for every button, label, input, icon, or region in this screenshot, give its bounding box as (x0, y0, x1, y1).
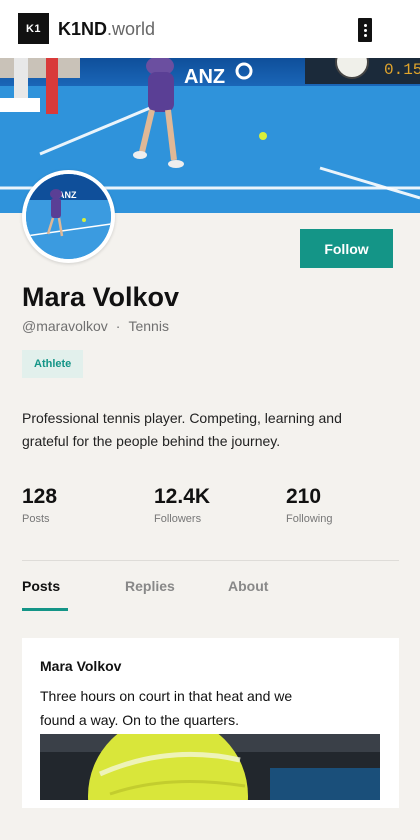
brand-tld: .world (107, 19, 156, 39)
profile-bio: Professional tennis player. Competing, l… (22, 410, 342, 449)
stat-posts[interactable]: 128 Posts (22, 483, 57, 525)
profile-sport: Tennis (128, 318, 169, 334)
stat-label: Following (286, 513, 333, 525)
logo-mark[interactable]: K1 (18, 13, 49, 44)
tab-replies[interactable]: Replies (125, 578, 175, 594)
stat-following[interactable]: 210 Following (286, 483, 332, 525)
athlete-badge: Athlete (22, 350, 84, 378)
profile-meta: @maravolkov · Tennis (22, 318, 169, 334)
active-tab-indicator (22, 608, 68, 611)
stat-value: 128 (22, 485, 58, 508)
brand-name: K1ND (58, 19, 108, 39)
profile-handle: @maravolkov (22, 318, 108, 334)
avatar[interactable]: ANZ (22, 170, 115, 263)
profile-name: Mara Volkov (22, 282, 180, 312)
follow-button[interactable]: Follow (300, 229, 393, 268)
scoreboard-clock: 0.15 (384, 61, 420, 79)
post-image[interactable] (40, 734, 380, 800)
stat-label: Posts (22, 513, 50, 525)
stat-followers[interactable]: 12.4K Followers (154, 483, 210, 525)
stat-value: 12.4K (154, 485, 211, 508)
kebab-menu-icon[interactable] (358, 18, 372, 42)
separator-dot: · (115, 318, 121, 334)
avatar-image: ANZ (26, 174, 111, 259)
stat-value: 210 (286, 485, 322, 508)
logo-wordmark[interactable]: K1ND.world (58, 18, 155, 40)
divider (22, 560, 399, 561)
post-author[interactable]: Mara Volkov (40, 658, 121, 674)
stat-label: Followers (154, 513, 202, 525)
sponsor-logo: ANZ (184, 66, 225, 88)
post-card[interactable]: Mara Volkov Three hours on court in that… (22, 638, 399, 808)
tab-posts[interactable]: Posts (22, 578, 60, 594)
top-bar: K1 K1ND.world (0, 0, 420, 58)
tab-about[interactable]: About (228, 578, 268, 594)
post-text: Three hours on court in that heat and we… (40, 688, 293, 728)
